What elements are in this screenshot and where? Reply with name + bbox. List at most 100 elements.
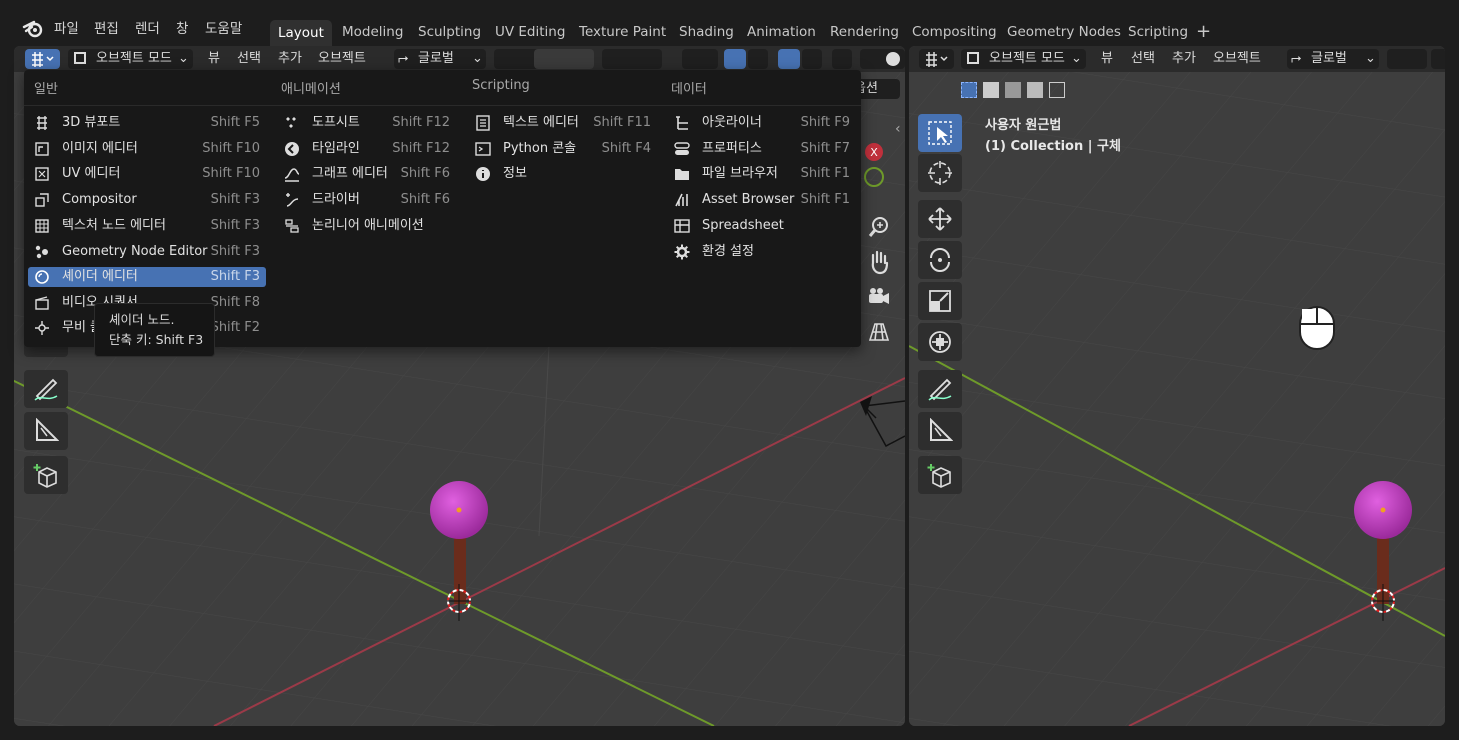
- select-new-icon[interactable]: [961, 82, 977, 98]
- collection-label: (1) Collection | 구체: [985, 139, 1121, 154]
- header-select-menu[interactable]: 선택: [237, 49, 261, 69]
- select-invert-icon[interactable]: [1027, 82, 1043, 98]
- menu-item-text-editor[interactable]: 텍스트 에디터 Shift F11: [469, 113, 657, 133]
- tool-select-box[interactable]: [918, 114, 962, 152]
- tool-annotate[interactable]: [918, 370, 962, 408]
- menu-render[interactable]: 렌더: [135, 19, 160, 39]
- tab-shading[interactable]: Shading: [671, 19, 742, 45]
- tool-move[interactable]: [918, 200, 962, 238]
- tool-transform[interactable]: [918, 323, 962, 361]
- menu-item-texture-node-editor[interactable]: 텍스처 노드 에디터 Shift F3: [28, 216, 266, 236]
- menu-edit[interactable]: 편집: [94, 19, 119, 39]
- mode-dropdown[interactable]: 오브젝트 모드 ⌄: [961, 49, 1086, 69]
- menu-separator: [24, 105, 861, 106]
- menu-help[interactable]: 도움말: [205, 19, 242, 39]
- hand-pan-icon[interactable]: [866, 249, 892, 275]
- menu-file[interactable]: 파일: [54, 19, 79, 39]
- menu-item-label: 텍스처 노드 에디터: [62, 218, 166, 233]
- chevron-down-icon: ⌄: [178, 51, 189, 66]
- select-intersect-icon[interactable]: [1049, 82, 1065, 98]
- tab-animation[interactable]: Animation: [739, 19, 824, 45]
- tab-scripting[interactable]: Scripting: [1120, 19, 1196, 45]
- menu-item-outliner[interactable]: 아웃라이너 Shift F9: [668, 113, 856, 133]
- tool-scale[interactable]: [918, 282, 962, 320]
- perspective-toggle-icon[interactable]: [866, 319, 892, 345]
- menu-window[interactable]: 창: [176, 19, 188, 39]
- tool-measure[interactable]: [24, 412, 68, 450]
- snap-button[interactable]: [1431, 49, 1445, 69]
- menu-item-asset-browser[interactable]: Asset Browser Shift F1: [668, 190, 856, 210]
- tool-measure[interactable]: [918, 412, 962, 450]
- overlay-dropdown[interactable]: [802, 49, 822, 69]
- menu-item-properties[interactable]: 프로퍼티스 Shift F7: [668, 139, 856, 159]
- camera-view-icon[interactable]: [866, 284, 892, 310]
- menu-item-drivers[interactable]: 드라이버 Shift F6: [278, 190, 456, 210]
- menu-item-spreadsheet[interactable]: Spreadsheet: [668, 216, 856, 236]
- preferences-icon: [674, 244, 690, 260]
- menu-item-python-console[interactable]: Python 콘솔 Shift F4: [469, 139, 657, 159]
- tool-rotate[interactable]: [918, 241, 962, 279]
- tool-add-cube[interactable]: [918, 456, 962, 494]
- tab-uv-editing[interactable]: UV Editing: [487, 19, 573, 45]
- menu-item-shortcut: Shift F3: [210, 218, 260, 233]
- tool-cursor[interactable]: [918, 154, 962, 192]
- object-mode-icon: [967, 52, 979, 64]
- add-workspace-button[interactable]: +: [1188, 19, 1219, 45]
- menu-item-timeline[interactable]: 타임라인 Shift F12: [278, 139, 456, 159]
- snap-button[interactable]: [534, 49, 594, 69]
- menu-item-file-browser[interactable]: 파일 브라우저 Shift F1: [668, 164, 856, 184]
- mode-dropdown[interactable]: 오브젝트 모드 ⌄: [68, 49, 193, 69]
- collapse-sidebar-icon[interactable]: ‹: [895, 121, 901, 137]
- overlay-toggle-button[interactable]: [778, 49, 800, 69]
- x-axis-gizmo-icon[interactable]: X: [861, 139, 887, 165]
- object-mode-icon: [74, 52, 86, 64]
- menu-item-image-editor[interactable]: 이미지 에디터 Shift F10: [28, 139, 266, 159]
- orientation-label: 글로벌: [1311, 51, 1347, 66]
- tab-geometry-nodes[interactable]: Geometry Nodes: [999, 19, 1129, 45]
- header-view-menu[interactable]: 뷰: [208, 49, 220, 69]
- menu-item-graph-editor[interactable]: 그래프 에디터 Shift F6: [278, 164, 456, 184]
- menu-item-compositor[interactable]: Compositor Shift F3: [28, 190, 266, 210]
- tool-add-cube[interactable]: [24, 456, 68, 494]
- select-extend-icon[interactable]: [983, 82, 999, 98]
- orientation-dropdown[interactable]: ⮣ 글로벌 ⌄: [394, 49, 486, 69]
- menu-item-3d-viewport[interactable]: 3D 뷰포트 Shift F5: [28, 113, 266, 133]
- xray-toggle-button[interactable]: [832, 49, 852, 69]
- tab-layout[interactable]: Layout: [270, 20, 332, 46]
- gizmo-dropdown[interactable]: [748, 49, 768, 69]
- proportional-editing-button[interactable]: [602, 49, 662, 69]
- tab-sculpting[interactable]: Sculpting: [410, 19, 489, 45]
- menu-item-uv-editor[interactable]: UV 에디터 Shift F10: [28, 164, 266, 184]
- gizmo-toggle-button[interactable]: [724, 49, 746, 69]
- menu-item-dopesheet[interactable]: 도프시트 Shift F12: [278, 113, 456, 133]
- right-3d-viewport[interactable]: 오브젝트 모드 ⌄ 뷰 선택 추가 오브젝트 ⮣ 글로벌 ⌄ 사용자 원근법 (…: [909, 46, 1445, 726]
- shading-mode-buttons[interactable]: [860, 49, 905, 69]
- orientation-dropdown[interactable]: ⮣ 글로벌 ⌄: [1287, 49, 1379, 69]
- select-subtract-icon[interactable]: [1005, 82, 1021, 98]
- tab-modeling[interactable]: Modeling: [334, 19, 411, 45]
- header-object-menu[interactable]: 오브젝트: [318, 49, 366, 69]
- menu-item-preferences[interactable]: 환경 설정: [668, 242, 856, 262]
- y-axis-gizmo-icon[interactable]: [861, 164, 887, 190]
- blender-logo-icon[interactable]: [22, 18, 44, 40]
- 3d-cursor-icon: [928, 161, 952, 185]
- pivot-point-button[interactable]: [1387, 49, 1427, 69]
- menu-item-info[interactable]: 정보: [469, 164, 657, 184]
- tab-compositing[interactable]: Compositing: [904, 19, 1005, 45]
- menu-item-nla[interactable]: 논리니어 애니메이션: [278, 216, 456, 236]
- tool-annotate[interactable]: [24, 370, 68, 408]
- header-add-menu[interactable]: 추가: [1172, 49, 1196, 69]
- menu-item-geometry-node-editor[interactable]: Geometry Node Editor Shift F3: [28, 242, 266, 262]
- tab-rendering[interactable]: Rendering: [822, 19, 907, 45]
- header-select-menu[interactable]: 선택: [1131, 49, 1155, 69]
- tab-texture-paint[interactable]: Texture Paint: [571, 19, 674, 45]
- header-view-menu[interactable]: 뷰: [1101, 49, 1113, 69]
- editor-type-button[interactable]: [919, 49, 954, 69]
- zoom-icon[interactable]: [866, 214, 892, 240]
- header-object-menu[interactable]: 오브젝트: [1213, 49, 1261, 69]
- editor-type-button[interactable]: [25, 49, 60, 69]
- header-add-menu[interactable]: 추가: [278, 49, 302, 69]
- menu-item-shortcut: Shift F6: [400, 192, 450, 207]
- visibility-button[interactable]: [682, 49, 718, 69]
- menu-item-shader-editor[interactable]: 셰이더 에디터 Shift F3: [28, 267, 266, 287]
